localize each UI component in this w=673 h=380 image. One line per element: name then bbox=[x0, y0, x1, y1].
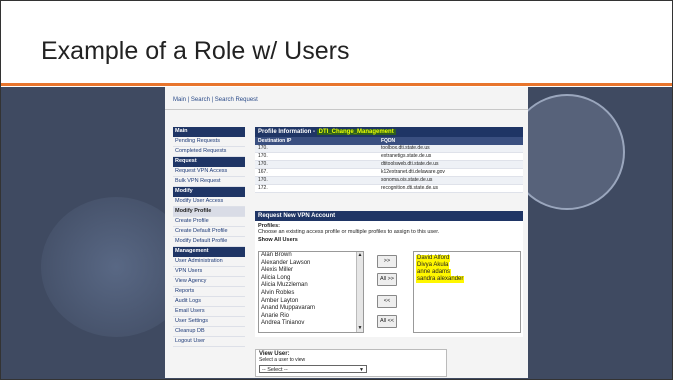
fqdn: recognition.dti.state.de.us bbox=[381, 185, 438, 191]
profile-info-title: Profile Information - bbox=[258, 129, 317, 135]
list-item[interactable]: Alicia Long bbox=[259, 275, 363, 283]
profile-info-header: Profile Information - DTI_Change_Managem… bbox=[255, 127, 523, 137]
sidebar-item[interactable]: Modify Default Profile bbox=[173, 237, 245, 247]
fqdn: dtitoolsweb.dti.state.de.us bbox=[381, 161, 439, 167]
view-user-panel: View User: Select a user to view -- Sele… bbox=[255, 349, 447, 377]
sidebar-item[interactable]: Create Profile bbox=[173, 217, 245, 227]
sidebar-item[interactable]: View Agency bbox=[173, 277, 245, 287]
remove-button[interactable]: << bbox=[377, 295, 397, 308]
table-row: 172. recognition.dti.state.de.us bbox=[255, 185, 523, 193]
sidebar-item[interactable]: Main bbox=[173, 127, 245, 137]
sidebar-item[interactable]: Request bbox=[173, 157, 245, 167]
remove-all-button[interactable]: All << bbox=[377, 315, 397, 328]
select-value: -- Select -- bbox=[262, 367, 288, 373]
list-item[interactable]: Alexis Miller bbox=[259, 267, 363, 275]
list-item[interactable]: Amber Layton bbox=[259, 298, 363, 306]
sidebar-item[interactable]: VPN Users bbox=[173, 267, 245, 277]
available-users-list[interactable]: Alan Brown Alexander Lawson Alexis Miller A… bbox=[258, 251, 364, 333]
profile-name: DTI_Change_Management bbox=[316, 129, 396, 135]
sidebar-item[interactable]: Modify bbox=[173, 187, 245, 197]
sidebar-item[interactable]: Completed Requests bbox=[173, 147, 245, 157]
chevron-down-icon: ▼ bbox=[359, 367, 364, 373]
divider bbox=[165, 109, 528, 110]
sidebar: Main Pending Requests Completed Requests Re… bbox=[173, 127, 245, 347]
list-item[interactable]: David Alford bbox=[416, 255, 451, 262]
table-row: 167. k12extranet.dti.delaware.gov bbox=[255, 169, 523, 177]
col-destination: Destination IP bbox=[258, 138, 292, 144]
list-item[interactable]: Andrea Tinianov bbox=[259, 320, 363, 328]
slide: Example of a Role w/ Users Main | Search… bbox=[0, 0, 673, 380]
table-row: 170. sonoma.ois.state.de.us bbox=[255, 177, 523, 185]
add-button[interactable]: >> bbox=[377, 255, 397, 268]
table-row: 170. toolbox.dti.state.de.us bbox=[255, 145, 523, 153]
sidebar-item[interactable]: Modify Profile bbox=[173, 207, 245, 217]
sidebar-item[interactable]: Modify User Access bbox=[173, 197, 245, 207]
assigned-users-list[interactable]: David Alford Divya Akula anne adams sandra … bbox=[413, 251, 521, 333]
fqdn: sonoma.ois.state.de.us bbox=[381, 177, 433, 183]
destination-ip: 170. bbox=[258, 161, 268, 167]
accent-bar bbox=[1, 83, 672, 86]
list-item[interactable]: Divya Akula bbox=[416, 262, 450, 269]
sidebar-item[interactable]: Reports bbox=[173, 287, 245, 297]
list-item[interactable]: sandra alexander bbox=[416, 276, 465, 283]
table-row: 170. dtitoolsweb.dti.state.de.us bbox=[255, 161, 523, 169]
scroll-up-icon[interactable]: ▲ bbox=[357, 252, 363, 259]
view-user-subtitle: Select a user to view bbox=[259, 357, 306, 363]
sidebar-item[interactable]: Logout User bbox=[173, 337, 245, 347]
list-item[interactable]: Alvin Robles bbox=[259, 290, 363, 298]
sidebar-item[interactable]: Audit Logs bbox=[173, 297, 245, 307]
fqdn: extranetigs.state.de.us bbox=[381, 153, 432, 159]
top-nav[interactable]: Main | Search | Search Request bbox=[173, 97, 258, 103]
list-item[interactable]: Anand Muppavaram bbox=[259, 305, 363, 313]
list-item[interactable]: Anarie Rio bbox=[259, 313, 363, 321]
sidebar-item[interactable]: Management bbox=[173, 247, 245, 257]
destination-ip: 172. bbox=[258, 185, 268, 191]
profile-table-header: Destination IP FQDN bbox=[255, 137, 523, 145]
destination-ip: 167. bbox=[258, 169, 268, 175]
profile-information: Profile Information - DTI_Change_Managem… bbox=[255, 127, 523, 193]
list-item[interactable]: Alicia Muzzleman bbox=[259, 282, 363, 290]
sidebar-item[interactable]: Bulk VPN Request bbox=[173, 177, 245, 187]
list-item[interactable]: Alan Brown bbox=[259, 252, 363, 260]
request-vpn-panel: Request New VPN Account Profiles: Choose… bbox=[255, 211, 523, 337]
sidebar-item[interactable]: User Settings bbox=[173, 317, 245, 327]
vpn-profiles-section: Profiles: Choose an existing access prof… bbox=[255, 223, 523, 243]
vpn-header: Request New VPN Account bbox=[255, 211, 523, 221]
sidebar-item[interactable]: Create Default Profile bbox=[173, 227, 245, 237]
sidebar-item[interactable]: Request VPN Access bbox=[173, 167, 245, 177]
view-user-select[interactable]: -- Select -- ▼ bbox=[259, 365, 367, 373]
fqdn: k12extranet.dti.delaware.gov bbox=[381, 169, 445, 175]
scroll-down-icon[interactable]: ▼ bbox=[357, 325, 363, 332]
col-fqdn: FQDN bbox=[381, 138, 396, 144]
fqdn: toolbox.dti.state.de.us bbox=[381, 145, 430, 151]
app-screenshot: Main | Search | Search Request Main Pendi… bbox=[165, 87, 528, 378]
table-row: 170. extranetigs.state.de.us bbox=[255, 153, 523, 161]
list-item[interactable]: anne adams bbox=[416, 269, 452, 276]
list-scrollbar[interactable]: ▲ ▼ bbox=[356, 252, 363, 332]
list-item[interactable]: Alexander Lawson bbox=[259, 260, 363, 268]
add-all-button[interactable]: All >> bbox=[377, 273, 397, 286]
destination-ip: 170. bbox=[258, 145, 268, 151]
sidebar-item[interactable]: Email Users bbox=[173, 307, 245, 317]
sidebar-item[interactable]: User Administration bbox=[173, 257, 245, 267]
sidebar-item[interactable]: Cleanup DB bbox=[173, 327, 245, 337]
sidebar-item[interactable]: Pending Requests bbox=[173, 137, 245, 147]
profiles-description: Choose an existing access profile or mul… bbox=[258, 229, 440, 235]
slide-title: Example of a Role w/ Users bbox=[41, 37, 350, 65]
show-all-users-link[interactable]: Show All Users bbox=[258, 237, 523, 243]
destination-ip: 170. bbox=[258, 153, 268, 159]
destination-ip: 170. bbox=[258, 177, 268, 183]
